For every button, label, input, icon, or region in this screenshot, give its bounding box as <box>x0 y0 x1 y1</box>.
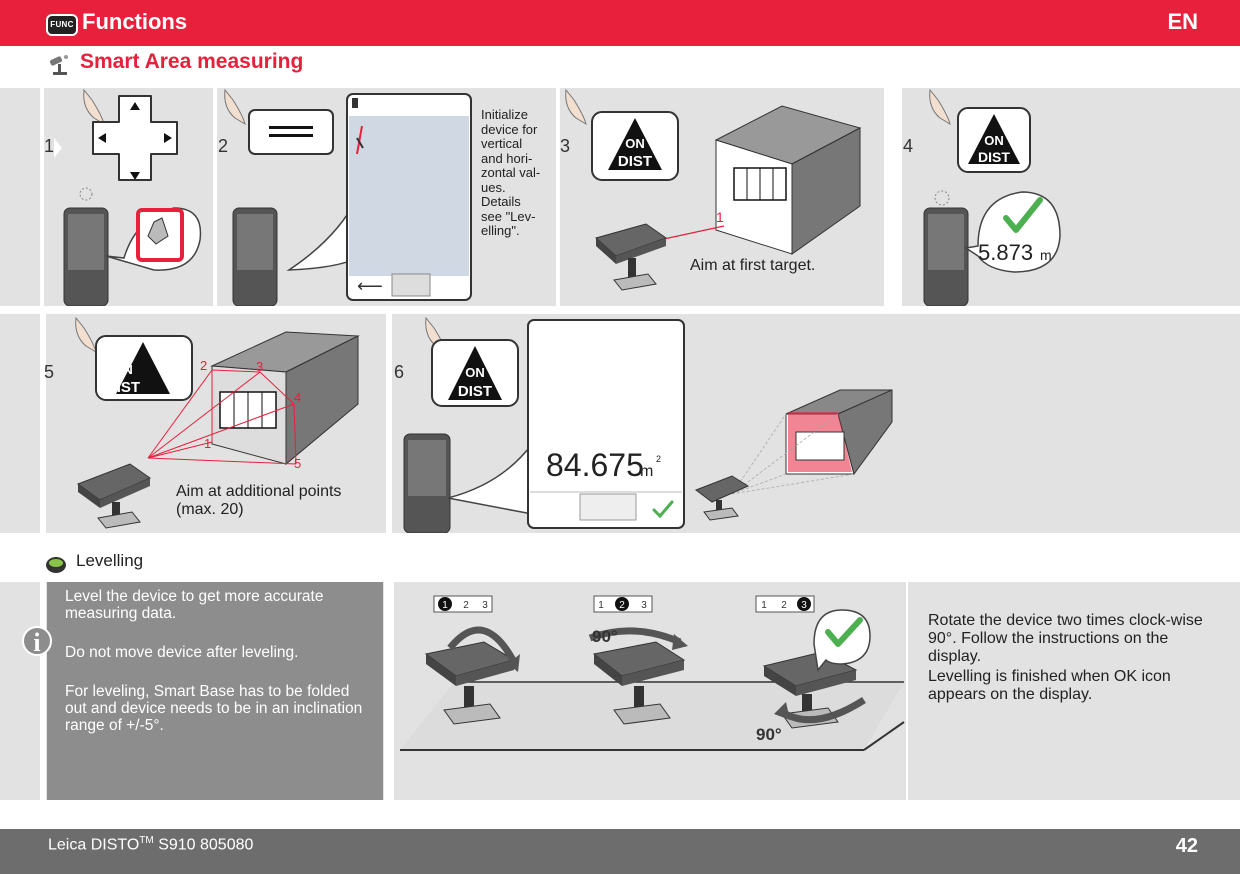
step-4-illustration: ON DIST 5.873 m <box>923 88 1061 306</box>
area-exponent: 2 <box>656 454 661 464</box>
levelling-illustration: 1 2 3 1 2 3 1 2 3 90° 90° <box>400 595 905 751</box>
info-text: For leveling, Smart Base has to be folde… <box>65 683 363 734</box>
house-icon <box>714 105 862 255</box>
section-title: Smart Area measuring <box>80 50 304 73</box>
rotation-label: 90° <box>592 627 618 646</box>
levelling-divider <box>40 582 46 800</box>
func-badge: FUNC <box>46 14 78 36</box>
step-1-illustration <box>54 88 202 306</box>
area-function-icon <box>579 493 637 521</box>
levelling-divider <box>384 582 394 800</box>
row1-divider <box>884 88 902 306</box>
levelling-note: Initialize device for vertical and hori-… <box>481 107 541 238</box>
device-on-tripod-icon <box>694 475 750 521</box>
header-title: Functions <box>82 9 188 34</box>
stage-indicator: 1 2 3 <box>755 595 815 613</box>
point-label: 5 <box>294 456 301 471</box>
point-label: 4 <box>294 390 301 405</box>
svg-text:1: 1 <box>598 600 604 611</box>
finger-icon <box>224 88 246 126</box>
finger-icon <box>83 88 105 126</box>
info-text: Level the device to get more accurate me… <box>65 588 324 622</box>
levelling-title: Levelling <box>76 551 144 570</box>
smart-base-icon <box>49 55 68 75</box>
on-label: ON <box>465 365 485 380</box>
dist-label: DIST <box>106 379 140 396</box>
area-unit: m <box>640 463 653 480</box>
svg-text:3: 3 <box>482 600 488 611</box>
step-caption: Aim at first target. <box>690 257 816 274</box>
point-label: 2 <box>200 358 207 373</box>
device-on-tripod-icon <box>76 463 152 529</box>
house-icon <box>785 389 893 476</box>
svg-text:1: 1 <box>442 600 448 611</box>
finger-icon <box>565 88 587 126</box>
info-panel: Level the device to get more accurate me… <box>47 582 383 800</box>
point-label: 3 <box>256 359 263 374</box>
levelling-instructions: Rotate the device two times clock-wise 9… <box>928 612 1203 703</box>
svg-text:2: 2 <box>781 600 787 611</box>
step-caption: Aim at additional points (max. 20) <box>176 483 342 518</box>
point-label: 1 <box>204 436 211 451</box>
dist-label: DIST <box>978 149 1010 165</box>
dist-label: DIST <box>618 153 652 170</box>
svg-text:3: 3 <box>641 600 647 611</box>
rotation-label: 90° <box>756 725 782 744</box>
menu-button-icon <box>248 109 334 155</box>
dist-label: DIST <box>458 383 492 400</box>
footer-product: Leica DISTOTM S910 805080 <box>48 835 254 854</box>
stage-indicator: 1 2 3 <box>433 595 493 613</box>
point-label: 1 <box>716 209 724 225</box>
on-label: ON <box>625 136 645 151</box>
house-icon <box>210 331 360 466</box>
finger-icon <box>75 316 97 354</box>
on-label: ON <box>984 133 1004 148</box>
navigation-pad-icon <box>92 95 178 181</box>
svg-text:2: 2 <box>463 600 469 611</box>
page-number: 42 <box>1175 835 1198 857</box>
reading-unit: m <box>1040 247 1052 263</box>
info-text: Do not move device after leveling. <box>65 644 299 661</box>
on-label: ON <box>113 362 133 377</box>
stage-indicator: 1 2 3 <box>593 595 653 613</box>
reading-value: 5.873 <box>978 240 1033 265</box>
battery-icon <box>352 98 358 108</box>
language-label: EN <box>1167 9 1198 34</box>
levelling-icon <box>46 557 66 573</box>
svg-text:2: 2 <box>619 600 625 611</box>
area-value: 84.675 <box>546 447 644 483</box>
back-arrow-icon: ⟵ <box>357 276 383 296</box>
device-on-tripod-icon <box>594 223 668 291</box>
step-6-illustration: ON DIST 84.675 m 2 <box>403 316 893 533</box>
header-bar: FUNC Functions EN <box>0 0 1240 46</box>
info-icon: i <box>22 626 52 657</box>
svg-text:3: 3 <box>801 600 807 611</box>
row-gap <box>0 306 1240 314</box>
svg-text:1: 1 <box>761 600 767 611</box>
finger-icon <box>929 88 951 126</box>
levelling-divider <box>906 582 908 800</box>
